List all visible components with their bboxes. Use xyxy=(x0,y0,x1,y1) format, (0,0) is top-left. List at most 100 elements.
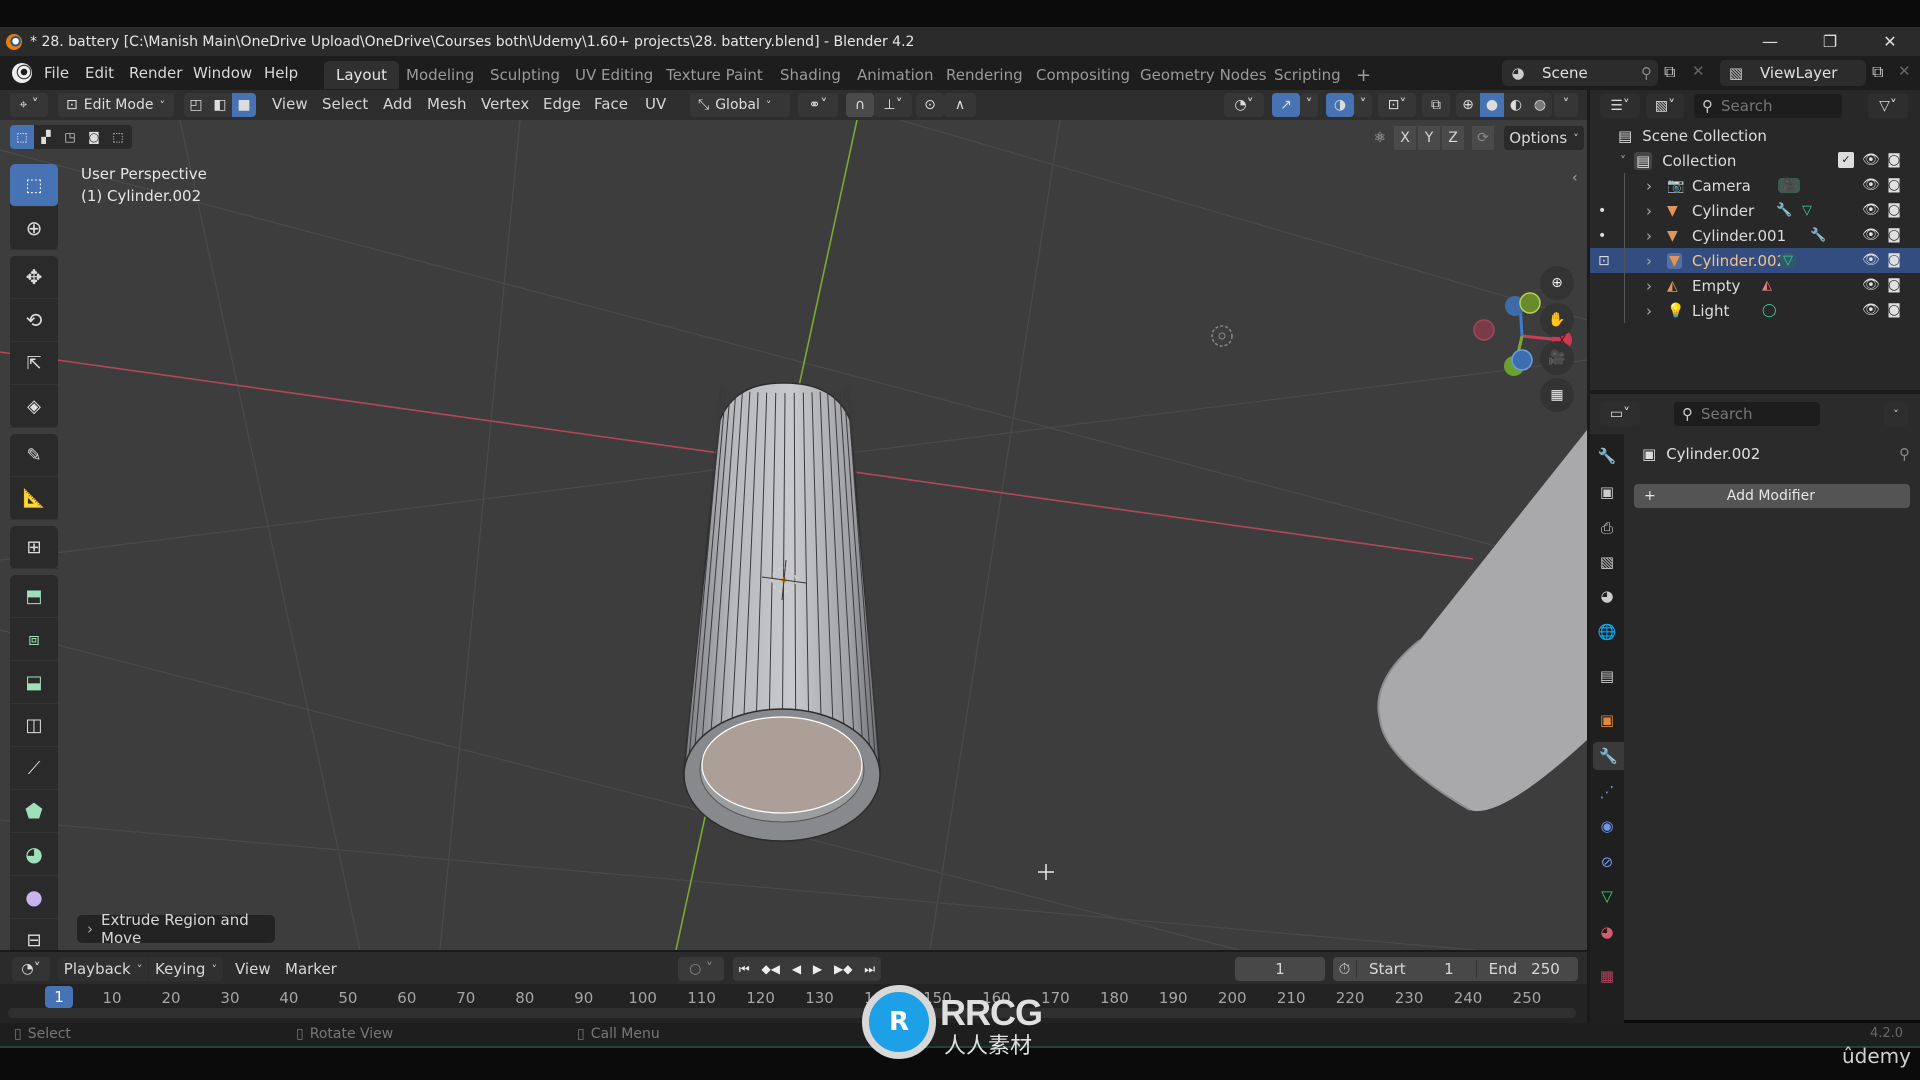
gizmo-toggle[interactable]: ↗ xyxy=(1272,93,1300,117)
3d-cursor[interactable] xyxy=(1211,325,1233,347)
modifier-icon[interactable]: 🔧 xyxy=(1776,203,1792,218)
solid-shading-button[interactable]: ● xyxy=(1480,93,1504,117)
gizmo-y[interactable] xyxy=(1519,292,1541,314)
chevron-right-icon[interactable]: › xyxy=(1646,177,1652,195)
eye-icon[interactable]: 👁 xyxy=(1862,177,1880,193)
proportional-edit-toggle[interactable]: ⊙ xyxy=(916,93,944,117)
select-intersect-button[interactable]: ⬚ xyxy=(106,125,130,149)
camera-render-icon[interactable]: ◙ xyxy=(1886,202,1902,218)
end-frame-field[interactable]: 250 xyxy=(1531,960,1560,978)
mirror-x-toggle[interactable]: X xyxy=(1394,126,1416,150)
tab-view-layer[interactable]: ▧ xyxy=(1593,548,1621,576)
scene-selector[interactable]: ◕ Scene ⚲ xyxy=(1502,60,1658,86)
wireframe-shading-button[interactable]: ⊕ xyxy=(1456,93,1480,117)
pin-icon[interactable]: ⚲ xyxy=(1899,445,1910,463)
chevron-right-icon[interactable]: › xyxy=(1646,227,1652,245)
eye-icon[interactable]: 👁 xyxy=(1862,152,1880,168)
tool-poly-build[interactable]: ⬟ xyxy=(10,790,58,833)
xray-toggle[interactable]: ⧉ xyxy=(1422,93,1450,117)
menu-help[interactable]: Help xyxy=(264,64,298,82)
overlays-dropdown[interactable]: ˅ xyxy=(1354,93,1372,117)
outliner-item[interactable]: › ◭ Empty ◭ 👁 ◙ xyxy=(1590,273,1920,298)
menu-mesh[interactable]: Mesh xyxy=(427,95,467,113)
tab-physics[interactable]: ◉ xyxy=(1593,812,1621,840)
tool-annotate[interactable]: ✎ xyxy=(10,434,58,477)
properties-search-input[interactable]: ⚲ Search xyxy=(1674,402,1820,426)
edit-mode-dot-icon[interactable]: • xyxy=(1598,203,1606,219)
new-scene-icon[interactable]: ⧉ xyxy=(1664,62,1675,82)
jump-to-prev-keyframe-button[interactable]: ◆◀ xyxy=(762,962,780,976)
tool-inset[interactable]: ⧈ xyxy=(10,618,58,661)
start-frame-field[interactable]: 1 xyxy=(1434,960,1454,978)
transform-orientation-selector[interactable]: ⤡ Global ˅ xyxy=(690,93,790,117)
current-frame-field[interactable]: 1 xyxy=(1235,957,1325,981)
menu-vertex[interactable]: Vertex xyxy=(481,95,529,113)
add-workspace-button[interactable]: + xyxy=(1344,61,1383,89)
view-layer-selector[interactable]: ▧ ViewLayer xyxy=(1720,60,1866,86)
tab-rendering[interactable]: Rendering xyxy=(934,61,1035,89)
camera-render-icon[interactable]: ◙ xyxy=(1886,302,1902,318)
menu-window[interactable]: Window xyxy=(193,64,252,82)
tab-data[interactable]: ▽ xyxy=(1593,882,1621,910)
edit-mode-icon[interactable]: ⊡ xyxy=(1598,253,1610,269)
modifier-icon[interactable]: 🔧 xyxy=(1810,228,1826,243)
tab-texture[interactable]: ▦ xyxy=(1593,962,1621,990)
display-mode-dropdown[interactable]: ▧˅ xyxy=(1646,94,1684,118)
timeline-view-menu[interactable]: View xyxy=(235,960,271,978)
jump-to-next-keyframe-button[interactable]: ▶◆ xyxy=(834,962,852,976)
tool-select-box[interactable]: ⬚ xyxy=(10,164,58,207)
gizmo-neg-x[interactable] xyxy=(1473,319,1495,341)
outliner-search-input[interactable]: ⚲ Search xyxy=(1694,94,1842,118)
camera-render-icon[interactable]: ◙ xyxy=(1886,227,1902,243)
rendered-shading-button[interactable]: ◍ xyxy=(1528,93,1552,117)
timeline-scrollbar[interactable] xyxy=(8,1008,1576,1018)
chevron-right-icon[interactable]: › xyxy=(1646,202,1652,220)
collection-row[interactable]: ˅ ▤ Collection ✓ 👁 ◙ xyxy=(1590,148,1920,173)
camera-view-button[interactable]: 🎥 xyxy=(1540,341,1574,375)
chevron-right-icon[interactable]: › xyxy=(1646,252,1652,270)
tab-texture-paint[interactable]: Texture Paint xyxy=(654,61,775,89)
properties-options-dropdown[interactable]: ˅ xyxy=(1884,402,1908,426)
options-dropdown[interactable]: Options ˅ xyxy=(1504,126,1584,150)
face-select-button[interactable]: ■ xyxy=(232,93,256,117)
tab-uv-editing[interactable]: UV Editing xyxy=(563,61,665,89)
minimize-button[interactable]: — xyxy=(1740,27,1800,56)
menu-file[interactable]: File xyxy=(44,64,69,82)
outliner-editor-type[interactable]: ☰˅ xyxy=(1600,94,1640,118)
gizmo-z[interactable] xyxy=(1511,349,1533,371)
shading-dropdown[interactable]: ˅ xyxy=(1554,93,1578,117)
mode-selector[interactable]: ⊡ Edit Mode ˅ xyxy=(58,93,174,117)
delete-view-layer-icon[interactable]: ✕ xyxy=(1898,62,1911,80)
select-invert-button[interactable]: ◙ xyxy=(82,125,106,149)
select-new-button[interactable]: ⬚ xyxy=(10,125,34,149)
pin-icon[interactable]: ⚲ xyxy=(1641,64,1652,82)
properties-editor-type[interactable]: ▭˅ xyxy=(1600,402,1640,426)
edge-select-button[interactable]: ◧ xyxy=(208,93,232,117)
outliner-item[interactable]: • › ▼ Cylinder 🔧 ▽ 👁 ◙ xyxy=(1590,198,1920,223)
gizmo-dropdown[interactable]: ˅ xyxy=(1300,93,1318,117)
tab-world[interactable]: 🌐 xyxy=(1593,618,1621,646)
tool-measure[interactable]: 📐 xyxy=(10,477,58,520)
mesh-edit-overlays-button[interactable]: ⊡˅ xyxy=(1378,93,1416,117)
play-button[interactable]: ▶ xyxy=(813,962,822,976)
eye-icon[interactable]: 👁 xyxy=(1862,277,1880,293)
camera-render-icon[interactable]: ◙ xyxy=(1886,152,1902,168)
mesh-data-icon[interactable]: ▽ xyxy=(1802,203,1812,218)
mesh-data-icon[interactable]: ▽ xyxy=(1780,253,1796,268)
tool-extrude[interactable]: ⬒ xyxy=(10,575,58,618)
eye-icon[interactable]: 👁 xyxy=(1862,252,1880,268)
tab-geometry-nodes[interactable]: Geometry Nodes xyxy=(1128,61,1279,89)
delete-scene-icon[interactable]: ✕ xyxy=(1692,62,1705,80)
add-modifier-button[interactable]: + Add Modifier xyxy=(1634,484,1910,508)
tool-transform[interactable]: ◈ xyxy=(10,385,58,428)
overlays-toggle[interactable]: ◑ xyxy=(1326,93,1354,117)
menu-add[interactable]: Add xyxy=(383,95,412,113)
menu-select[interactable]: Select xyxy=(322,95,368,113)
tool-knife[interactable]: ⟋ xyxy=(10,747,58,790)
timeline-marker-menu[interactable]: Marker xyxy=(285,960,337,978)
jump-to-start-button[interactable]: ⏮ xyxy=(739,962,750,977)
auto-keying-toggle[interactable]: ○ ˅ xyxy=(678,957,724,981)
filter-button[interactable]: ▽˅ xyxy=(1868,94,1908,118)
menu-render[interactable]: Render xyxy=(129,64,182,82)
eye-icon[interactable]: 👁 xyxy=(1862,302,1880,318)
